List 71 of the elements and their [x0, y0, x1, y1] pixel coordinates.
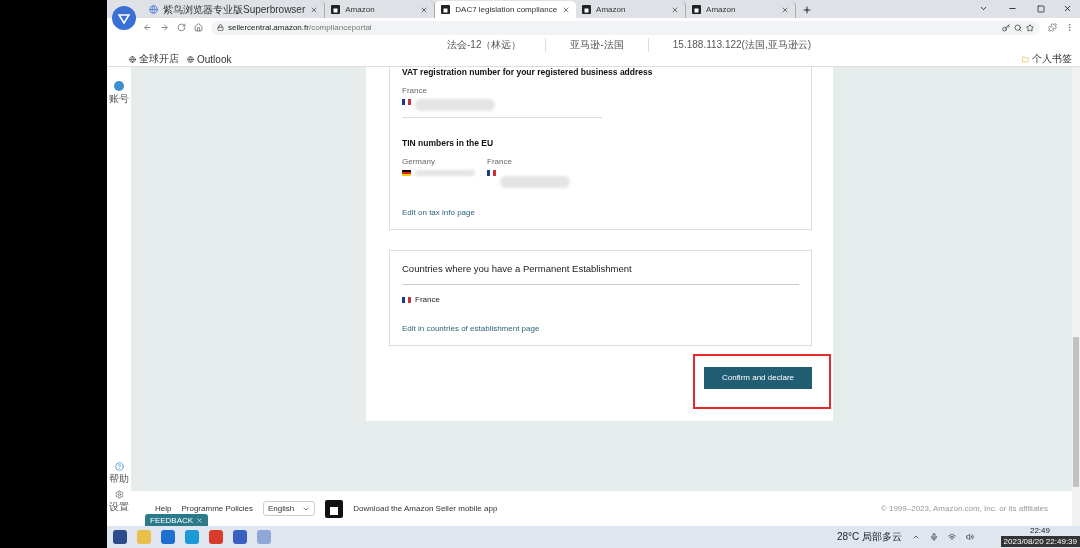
france-flag-icon: [402, 296, 411, 303]
edit-link[interactable]: Edit on tax info page: [402, 208, 799, 217]
extensions-icon[interactable]: [1048, 23, 1057, 32]
reload-icon[interactable]: [177, 23, 186, 32]
globe-icon: [149, 5, 158, 14]
section-heading: VAT registration number for your registered business address: [402, 67, 654, 77]
browser-logo-icon[interactable]: [112, 6, 136, 30]
weather-text[interactable]: 28°C 局部多云: [836, 530, 902, 544]
redacted-value: [500, 176, 570, 188]
language-select[interactable]: English: [263, 501, 316, 516]
bookmark-link[interactable]: 全球开店: [139, 52, 179, 66]
country-label: Germany: [402, 157, 436, 166]
network-icon[interactable]: [948, 533, 956, 541]
close-icon[interactable]: [671, 5, 680, 14]
info-text: 亚马逊-法国: [570, 37, 649, 52]
globe-icon: [129, 55, 136, 63]
copyright-text: © 1999–2023, Amazon.com, Inc. or its affiliates: [880, 504, 1048, 513]
close-icon[interactable]: [310, 5, 319, 14]
restore-icon[interactable]: [1037, 5, 1045, 13]
confirm-button[interactable]: Confirm and declare: [704, 366, 812, 389]
footer-link[interactable]: Programme Policies: [181, 504, 254, 513]
zoom-icon[interactable]: [1014, 23, 1022, 32]
rail-label[interactable]: 账号: [109, 92, 129, 106]
folder-icon: [1022, 55, 1029, 63]
close-icon[interactable]: [420, 5, 429, 14]
start-icon[interactable]: [113, 530, 127, 544]
new-tab-icon[interactable]: [802, 5, 813, 15]
close-icon[interactable]: [562, 5, 571, 14]
tray-icon[interactable]: [912, 533, 920, 541]
app-icon[interactable]: [233, 530, 247, 544]
rail-label[interactable]: 帮助: [109, 472, 129, 486]
clock-text[interactable]: 22:49: [1029, 526, 1050, 535]
edit-link[interactable]: Edit in countries of establishment page: [402, 324, 799, 333]
scrollbar-thumb[interactable]: [1073, 337, 1079, 487]
section-heading: Countries where you have a Permanent Establishment: [402, 263, 799, 285]
info-text: 15.188.113.122(法国,亚马逊云): [672, 37, 812, 52]
date-tooltip: 2023/08/20 22:49:39: [1000, 536, 1080, 547]
browser-tab[interactable]: DAC7 legislation compliance: [435, 1, 577, 18]
back-icon[interactable]: [143, 23, 152, 32]
globe-icon: [187, 55, 194, 63]
country-label: France: [402, 86, 428, 95]
volume-icon[interactable]: [966, 533, 974, 541]
mic-icon[interactable]: [930, 533, 938, 541]
rail-label[interactable]: 设置: [109, 500, 129, 514]
close-icon[interactable]: [196, 517, 204, 524]
country-label: France: [487, 157, 513, 166]
close-icon[interactable]: [781, 5, 790, 14]
close-window-icon[interactable]: [1063, 4, 1072, 13]
redacted-value: [415, 170, 475, 176]
menu-icon[interactable]: [1065, 23, 1074, 32]
france-flag-icon: [487, 170, 496, 176]
bookmark-folder[interactable]: 个人书签: [1032, 52, 1072, 66]
home-icon[interactable]: [194, 23, 203, 32]
section-heading: TIN numbers in the EU: [402, 138, 495, 148]
app-icon: [325, 499, 344, 518]
germany-flag-icon: [402, 170, 411, 176]
forward-icon[interactable]: [160, 23, 169, 32]
france-flag-icon: [402, 99, 411, 105]
bookmark-link[interactable]: Outlook: [197, 53, 232, 65]
settings-icon: [114, 490, 124, 499]
footer-link[interactable]: Help: [155, 504, 172, 513]
account-icon[interactable]: [114, 81, 124, 91]
lock-icon: [217, 24, 224, 31]
info-text: 法会-12（林远）: [447, 37, 547, 52]
app-promo-link[interactable]: Download the Amazon Seller mobile app: [353, 504, 498, 513]
help-icon: [114, 462, 124, 471]
bookmark-star-icon[interactable]: [1026, 23, 1034, 32]
country-name: France: [415, 295, 440, 304]
key-icon[interactable]: [1002, 23, 1010, 32]
tab-list-icon[interactable]: [979, 4, 988, 13]
address-field[interactable]: sellercentral.amazon.fr/complianceportal: [211, 20, 1040, 35]
